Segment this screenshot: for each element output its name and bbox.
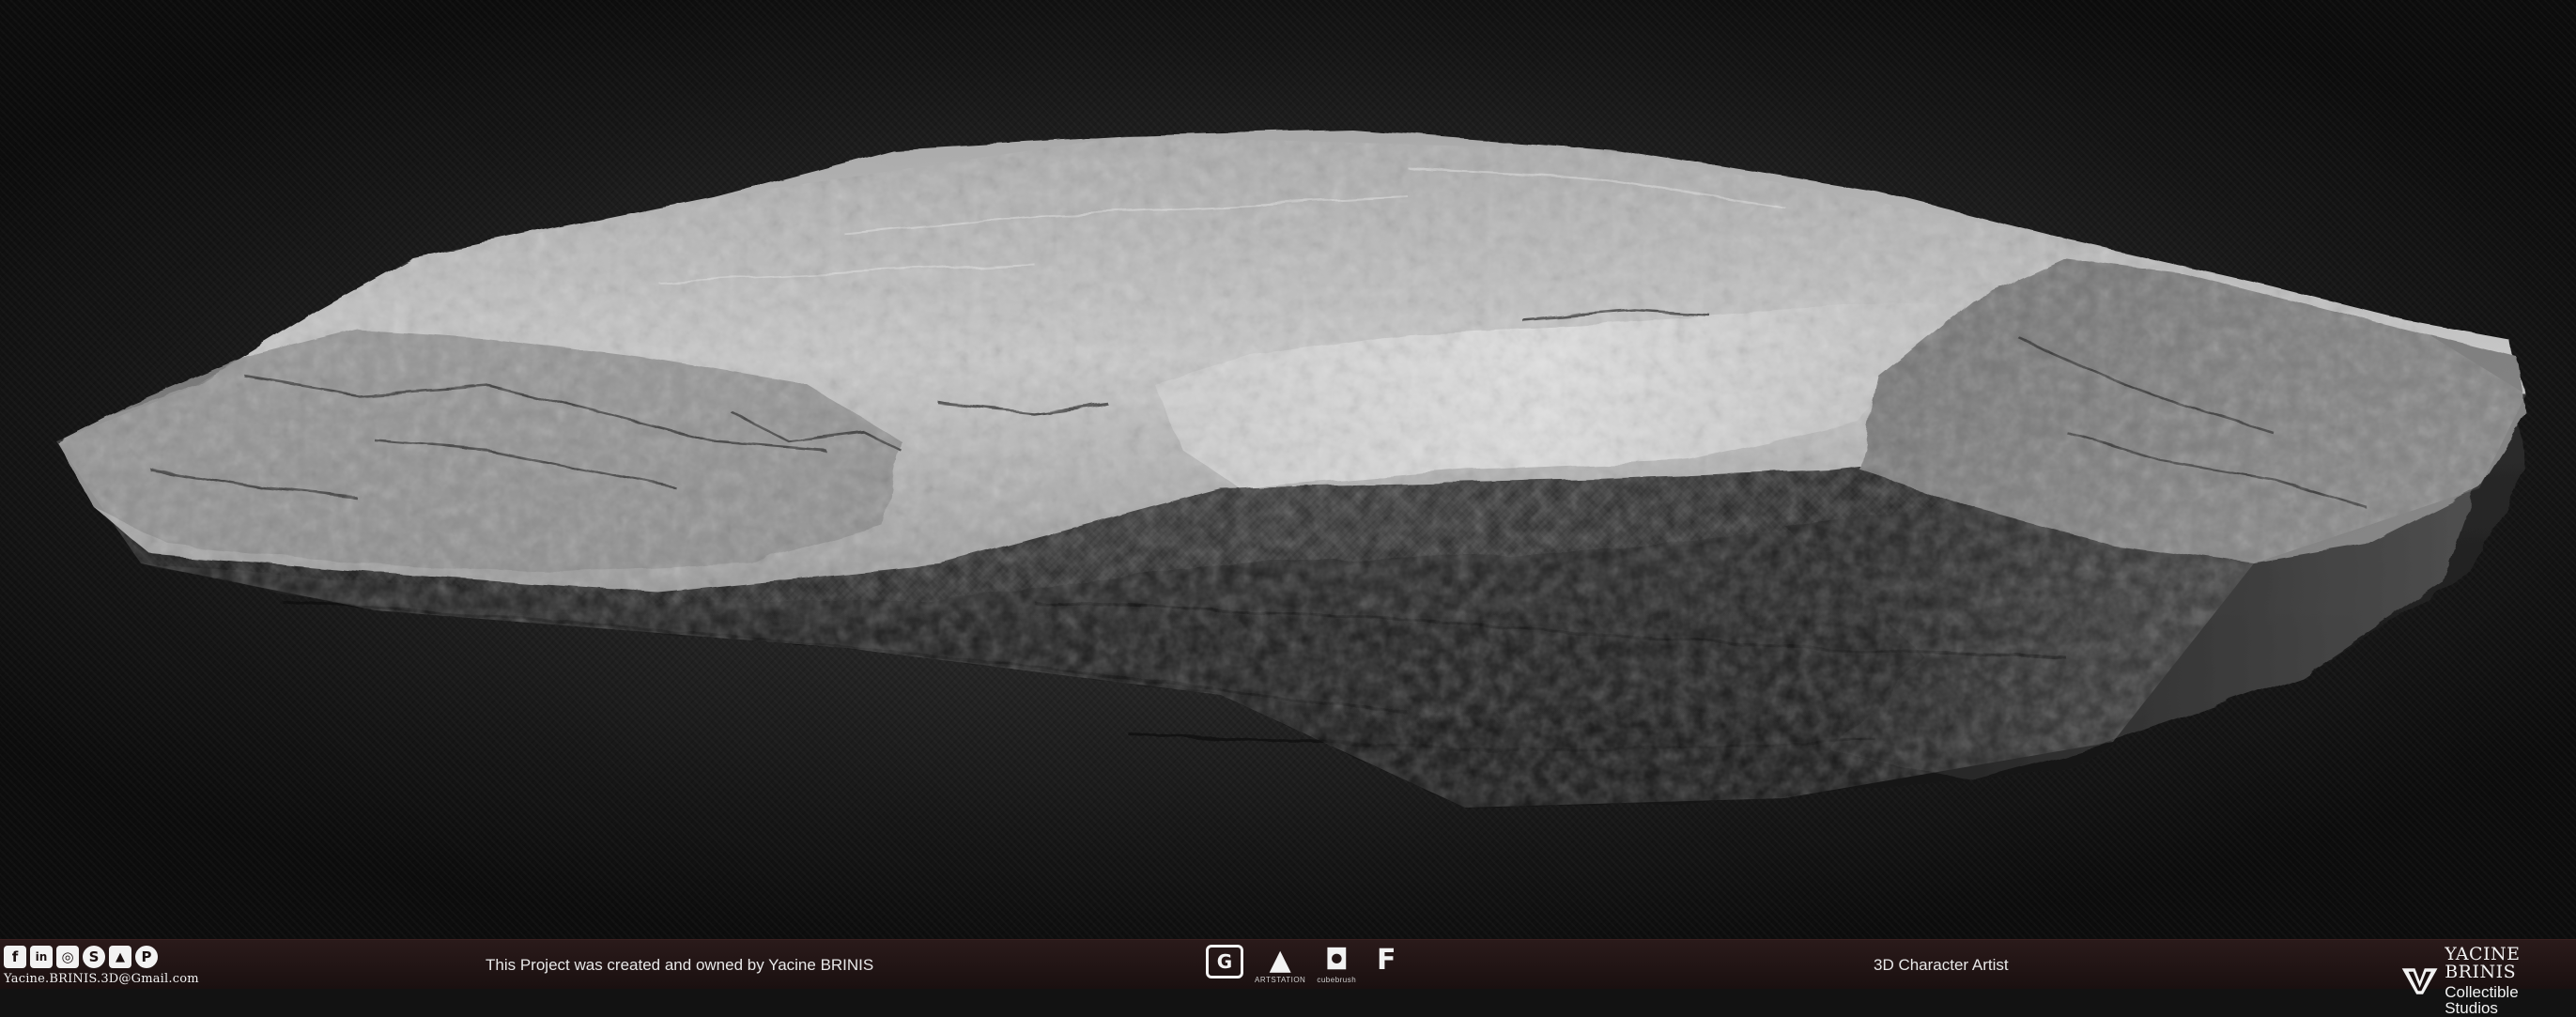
social-icons: f in ◎ S ▲ P [4, 946, 158, 968]
gumroad-logo[interactable]: G [1206, 945, 1243, 978]
pinterest-icon[interactable]: P [135, 946, 158, 968]
studio-subtitle: Collectible Studios [2445, 983, 2519, 1017]
studio-name: YACINE BRINIS [2445, 944, 2521, 982]
artstation-icon[interactable]: ▲ [109, 946, 131, 968]
artstation-logo[interactable]: ▲ ARTSTATION [1255, 943, 1306, 985]
artstation-icon: ▲ [1269, 943, 1291, 977]
artstation-caption: ARTSTATION [1255, 976, 1306, 984]
cubebrush-logo[interactable]: ◘ cubebrush [1317, 943, 1357, 985]
gumroad-icon: G [1206, 945, 1243, 978]
contact-email: Yacine.BRINIS.3D@Gmail.com [4, 972, 199, 986]
studio-logo-icon [2401, 967, 2438, 994]
facebook-icon[interactable]: f [4, 946, 26, 968]
artist-role: 3D Character Artist [1874, 956, 2009, 974]
studio-branding: YACINE BRINIS Collectible Studios [2400, 946, 2576, 1016]
linkedin-icon[interactable]: in [30, 946, 53, 968]
instagram-icon[interactable]: ◎ [56, 946, 79, 968]
store-logos: G ▲ ARTSTATION ◘ cubebrush F [1206, 943, 1405, 985]
cubebrush-caption: cubebrush [1317, 976, 1357, 984]
flippednormals-logo[interactable]: F [1367, 943, 1405, 977]
cubebrush-icon: ◘ [1324, 943, 1349, 977]
flippednormals-icon: F [1376, 943, 1396, 977]
credit-text: This Project was created and owned by Ya… [486, 956, 874, 974]
credits-footer: f in ◎ S ▲ P Yacine.BRINIS.3D@Gmail.com … [0, 939, 2576, 1016]
rock-sculpt-render [56, 130, 2526, 808]
skype-icon[interactable]: S [83, 946, 105, 968]
render-viewport [0, 0, 2576, 939]
